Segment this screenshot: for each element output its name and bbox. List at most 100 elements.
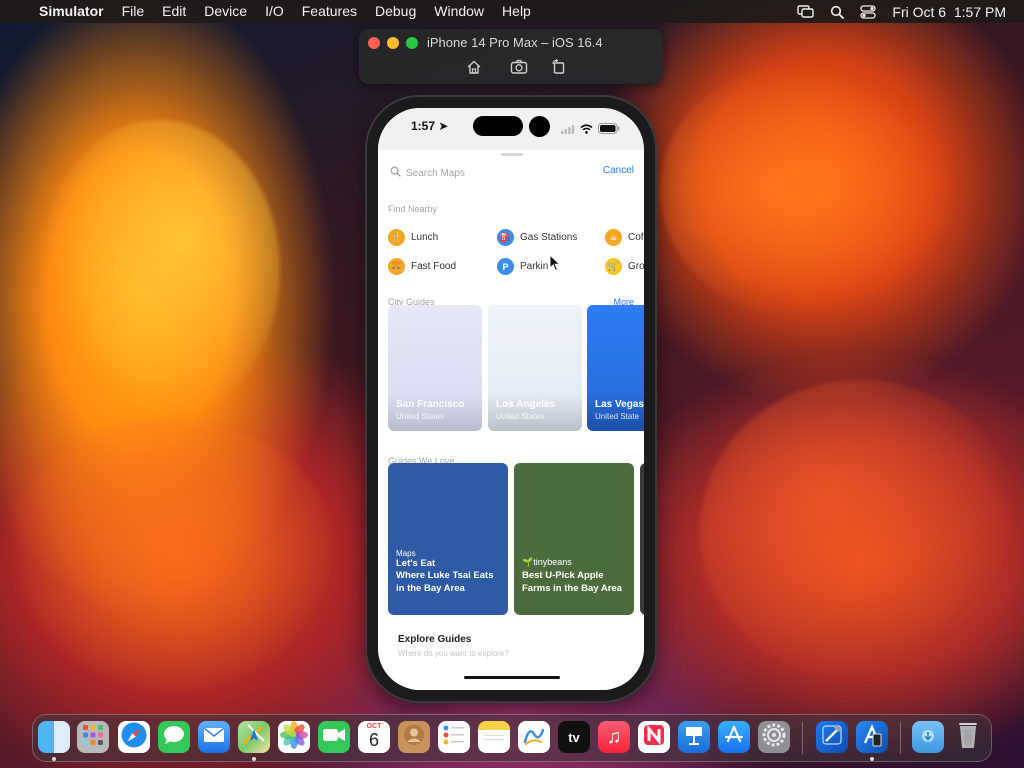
dock-xcode[interactable] [816, 721, 848, 753]
nearby-label: Fast Food [411, 261, 457, 272]
nearby-gas-stations[interactable]: ⛽ Gas Stations [497, 229, 577, 246]
menu-window[interactable]: Window [425, 0, 493, 23]
city-guide-card[interactable]: Las Vegas United State [587, 305, 644, 431]
dock-music[interactable]: ♫ [598, 721, 630, 753]
dock-facetime[interactable] [318, 721, 350, 753]
dock-system-settings[interactable] [758, 721, 790, 753]
running-indicator [52, 757, 56, 761]
compass-icon [120, 721, 148, 753]
close-window-button[interactable] [368, 37, 380, 49]
city-guide-card[interactable]: San Francisco United States [388, 305, 482, 431]
dock-calendar[interactable]: OCT 6 [358, 721, 390, 753]
guide-title: Where Luke Tsai Eats in the Bay Area [396, 570, 494, 594]
guides-carousel[interactable]: Maps Let's Eat Where Luke Tsai Eats in t… [388, 463, 644, 615]
simulator-window-toolbar: iPhone 14 Pro Max – iOS 16.4 [359, 29, 663, 84]
city-guides-carousel[interactable]: San Francisco United States Los Angeles … [388, 305, 644, 431]
scribble-icon [521, 722, 547, 753]
sheet-grabber[interactable] [501, 153, 523, 156]
wifi-icon [580, 121, 593, 139]
dock-trash[interactable] [952, 721, 984, 753]
iphone-screen: 1:57 ➤ Search Maps Cancel Find Nearby 🍴 … [378, 108, 644, 690]
dock-app-store[interactable] [718, 721, 750, 753]
dock-notes[interactable] [478, 721, 510, 753]
shopping-cart-icon: 🛒 [605, 258, 622, 275]
find-nearby-heading: Find Nearby [388, 204, 438, 214]
guide-card[interactable] [640, 463, 644, 615]
dock-reminders[interactable] [438, 721, 470, 753]
menu-device[interactable]: Device [195, 0, 256, 23]
hammer-icon [820, 723, 844, 752]
guide-title: Best U-Pick Apple Farms in the Bay Area [522, 570, 622, 594]
nearby-groceries[interactable]: 🛒 Gro [605, 258, 644, 275]
dock-news[interactable] [638, 721, 670, 753]
nearby-coffee[interactable]: ☕ Cof [605, 229, 644, 246]
screen-mirroring-icon[interactable] [797, 5, 815, 18]
search-input[interactable]: Search Maps [406, 168, 465, 179]
macos-dock: OCT 6 tv ♫ [32, 714, 992, 762]
zoom-window-button[interactable] [406, 37, 418, 49]
dock-keynote[interactable] [678, 721, 710, 753]
nearby-fast-food[interactable]: 🍔 Fast Food [388, 258, 456, 275]
menu-edit[interactable]: Edit [153, 0, 195, 23]
rotate-icon[interactable] [551, 59, 569, 75]
menu-file[interactable]: File [113, 0, 154, 23]
dock-freeform[interactable] [518, 721, 550, 753]
music-note-icon: ♫ [606, 725, 622, 748]
ios-status-bar: 1:57 ➤ [378, 108, 644, 150]
dock-launchpad[interactable] [77, 721, 109, 753]
dock-finder[interactable] [38, 721, 70, 753]
nearby-lunch[interactable]: 🍴 Lunch [388, 229, 438, 246]
explore-guides-title[interactable]: Explore Guides [398, 634, 471, 645]
cellular-signal-icon [561, 121, 575, 139]
menu-io[interactable]: I/O [256, 0, 293, 23]
fuel-pump-icon: ⛽ [497, 229, 514, 246]
dock-downloads[interactable] [912, 721, 944, 753]
screenshot-icon[interactable] [510, 59, 528, 75]
checklist-icon [442, 724, 466, 751]
dock-photos[interactable] [278, 721, 310, 753]
nearby-label: Gas Stations [520, 232, 578, 243]
guide-card[interactable]: Maps Let's Eat Where Luke Tsai Eats in t… [388, 463, 508, 615]
search-field[interactable]: Search Maps [390, 164, 570, 182]
video-camera-icon [322, 727, 346, 748]
speech-bubble-icon [162, 724, 186, 751]
dynamic-island [473, 116, 523, 136]
photos-flower-icon [280, 721, 308, 753]
launchpad-grid-icon [82, 724, 104, 751]
home-indicator[interactable] [464, 676, 560, 679]
menu-features[interactable]: Features [293, 0, 366, 23]
status-time: 1:57 ➤ [411, 119, 449, 133]
guide-subtitle: Let's Eat [396, 558, 436, 569]
front-camera [529, 116, 550, 137]
city-guide-country: United States [396, 412, 445, 421]
nearby-label: Cof [628, 232, 644, 243]
nearby-label: Parkin [520, 261, 549, 272]
minimize-window-button[interactable] [387, 37, 399, 49]
control-center-icon[interactable] [860, 4, 877, 19]
dock-mail[interactable] [198, 721, 230, 753]
city-guide-name: San Francisco [396, 399, 465, 410]
dock-contacts[interactable] [398, 721, 430, 753]
macos-menu-bar: Simulator File Edit Device I/O Features … [0, 0, 1024, 23]
dock-messages[interactable] [158, 721, 190, 753]
dock-tv[interactable]: tv [558, 721, 590, 753]
menu-help[interactable]: Help [493, 0, 540, 23]
home-icon[interactable] [466, 59, 484, 75]
dock-simulator[interactable] [856, 721, 888, 753]
guide-card[interactable]: 🌱tinybeans Best U-Pick Apple Farms in th… [514, 463, 634, 615]
menu-bar-clock[interactable]: Fri Oct 6 1:57 PM [892, 4, 1006, 20]
coffee-cup-icon: ☕ [605, 229, 622, 246]
city-guide-country: United States [496, 412, 545, 421]
maps-search-sheet: Search Maps Cancel Find Nearby 🍴 Lunch ⛽… [378, 150, 644, 690]
explore-guides-subtitle: Where do you want to explore? [398, 649, 509, 658]
spotlight-search-icon[interactable] [830, 5, 845, 19]
simulator-icon [860, 723, 884, 752]
nearby-parking[interactable]: P Parkin [497, 258, 548, 275]
cancel-button[interactable]: Cancel [603, 165, 634, 176]
dock-maps[interactable] [238, 721, 270, 753]
menu-app-name[interactable]: Simulator [30, 0, 113, 23]
menu-debug[interactable]: Debug [366, 0, 425, 23]
city-guide-card[interactable]: Los Angeles United States [488, 305, 582, 431]
battery-icon [598, 121, 620, 139]
dock-safari[interactable] [118, 721, 150, 753]
